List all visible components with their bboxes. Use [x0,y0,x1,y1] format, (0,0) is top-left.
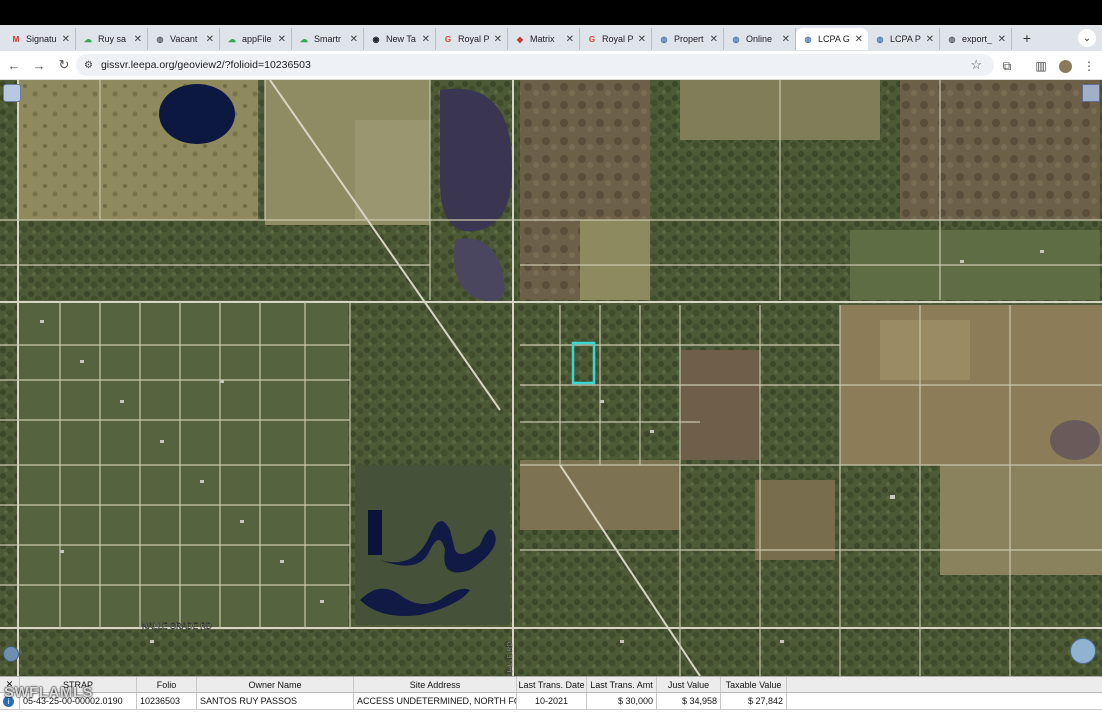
tab-close-icon[interactable]: ✕ [350,34,358,45]
tab-title: Smartr [314,34,341,44]
column-header-just-value[interactable]: Just Value [657,677,721,692]
table-row[interactable]: i 05-43-25-00-00002.0190 10236503 SANTOS… [0,693,1102,710]
tab-title: New Ta [386,34,416,44]
royal-icon: G [444,34,452,44]
tab-5[interactable]: ◉ New Ta ✕ [364,28,436,50]
tab-strip: M Signatu ✕ ☁ Ruy sa ✕ ◍ Vacant ✕ ☁ appFile ✕ ☁ Smart… [0,25,1102,51]
screen-top-bar [0,0,1102,25]
column-header-taxable-value[interactable]: Taxable Value [721,677,787,692]
tab-close-icon[interactable]: ✕ [855,34,863,45]
tab-search-icon[interactable]: ⌄ [1078,29,1096,47]
table-header-row: ✕ STRAP Folio Owner Name Site Address La… [0,676,1102,693]
forward-icon[interactable]: → [28,54,50,76]
royal-icon: G [588,34,596,44]
cloud-icon: ☁ [228,34,236,44]
tab-4[interactable]: ☁ Smartr ✕ [292,28,364,50]
tab-close-icon[interactable]: ✕ [566,34,574,45]
globe-icon: ◍ [156,34,164,44]
tab-close-icon[interactable]: ✕ [134,34,142,45]
extensions-icon[interactable]: ⧉ [998,57,1016,75]
column-header-folio[interactable]: Folio [137,677,197,692]
tab-title: Online [746,34,773,44]
column-header-address[interactable]: Site Address [354,677,517,692]
cloud-icon: ☁ [84,34,92,44]
globe-icon: ◍ [948,34,956,44]
tab-close-icon[interactable]: ✕ [278,34,286,45]
tab-title: export_ [962,34,993,44]
tab-title: Ruy sa [98,34,127,44]
globe-icon[interactable] [3,646,19,662]
tab-3[interactable]: ☁ appFile ✕ [220,28,292,50]
menu-icon[interactable]: ⋮ [1080,57,1098,75]
tab-title: Vacant [170,34,198,44]
earth-icon: ◍ [660,34,668,44]
column-header-date[interactable]: Last Trans. Date [517,677,587,692]
tab-8[interactable]: G Royal P ✕ [580,28,652,50]
tab-close-icon[interactable]: ✕ [638,34,646,45]
tab-12[interactable]: ◍ LCPA P ✕ [868,28,940,50]
tab-title: LCPA G [818,34,850,44]
tab-close-icon[interactable]: ✕ [494,34,502,45]
cell-folio: 10236503 [137,693,197,709]
tab-title: Signatu [26,34,57,44]
reload-icon[interactable]: ↻ [53,54,75,76]
tab-6[interactable]: G Royal P ✕ [436,28,508,50]
tab-close-icon[interactable]: ✕ [710,34,718,45]
tab-7[interactable]: ◆ Matrix ✕ [508,28,580,50]
bookmark-star-icon[interactable]: ☆ [970,57,982,73]
gmail-icon: M [12,34,20,44]
tab-title: Matrix [530,34,555,44]
column-header-amount[interactable]: Last Trans. Amt [587,677,657,692]
tab-2[interactable]: ◍ Vacant ✕ [148,28,220,50]
address-bar[interactable]: ⚙ gissvr.leepa.org/geoview2/?folioid=102… [76,54,994,76]
chrome-icon: ◉ [372,34,380,44]
tabs-container: M Signatu ✕ ☁ Ruy sa ✕ ◍ Vacant ✕ ☁ appFile ✕ ☁ Smart… [4,26,1012,50]
tab-1[interactable]: ☁ Ruy sa ✕ [76,28,148,50]
tab-title: Royal P [602,34,634,44]
basemap-icon[interactable] [1082,84,1100,102]
tab-13[interactable]: ◍ export_ ✕ [940,28,1012,50]
tab-0[interactable]: M Signatu ✕ [4,28,76,50]
road-label-nalle-grade: NALLE GRADE RD [142,622,212,631]
tab-close-icon[interactable]: ✕ [62,34,70,45]
tab-9[interactable]: ◍ Propert ✕ [652,28,724,50]
cell-taxable-value: $ 27,842 [721,693,787,709]
cell-owner: SANTOS RUY PASSOS [197,693,354,709]
watermark-text: SWFLAMLS [4,684,93,701]
road-label-vertical: NALLE RD [507,642,514,676]
column-header-owner[interactable]: Owner Name [197,677,354,692]
site-info-icon[interactable]: ⚙ [84,60,93,71]
tab-10[interactable]: ◍ Online ✕ [724,28,796,50]
tab-title: appFile [242,34,272,44]
tab-title: Royal P [458,34,490,44]
map-view[interactable]: NALLE GRADE RD NALLE RD [0,80,1102,676]
earth-icon: ◍ [876,34,884,44]
tab-title: Propert [674,34,704,44]
cell-date: 10-2021 [517,693,587,709]
tab-close-icon[interactable]: ✕ [998,34,1006,45]
back-icon[interactable]: ← [3,54,25,76]
layers-icon[interactable] [3,84,21,102]
earth-icon: ◍ [804,34,812,44]
attribute-table: ✕ STRAP Folio Owner Name Site Address La… [0,676,1102,713]
cell-just-value: $ 34,958 [657,693,721,709]
tab-close-icon[interactable]: ✕ [782,34,790,45]
sidepanel-icon[interactable]: ▥ [1032,57,1050,75]
tab-close-icon[interactable]: ✕ [926,34,934,45]
matrix-icon: ◆ [516,34,524,44]
cloud-icon: ☁ [300,34,308,44]
cell-amount: $ 30,000 [587,693,657,709]
aerial-imagery: NALLE GRADE RD NALLE RD [0,80,1102,676]
tab-close-icon[interactable]: ✕ [422,34,430,45]
tab-close-icon[interactable]: ✕ [206,34,214,45]
new-tab-button[interactable]: + [1018,29,1036,47]
earth-icon: ◍ [732,34,740,44]
avatar[interactable] [1056,57,1074,75]
cell-address: ACCESS UNDETERMINED, NORTH FORT... [354,693,517,709]
tab-11[interactable]: ◍ LCPA G ✕ [796,28,868,50]
browser-toolbar: ← → ↻ ⚙ gissvr.leepa.org/geoview2/?folio… [0,51,1102,80]
url-text: gissvr.leepa.org/geoview2/?folioid=10236… [100,59,311,71]
compass-icon[interactable] [1070,638,1096,664]
tab-title: LCPA P [890,34,921,44]
